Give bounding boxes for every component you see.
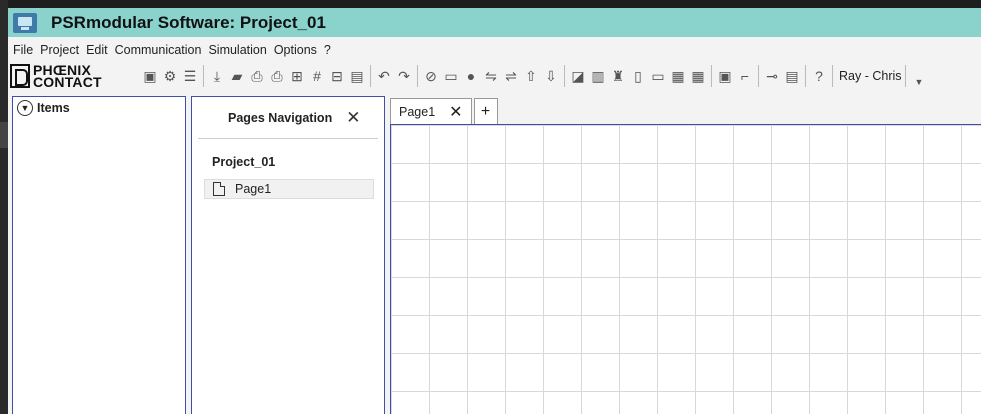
items-header[interactable]: ▼ Items [13, 97, 185, 119]
disconnect-icon[interactable]: ⇌ [503, 68, 519, 84]
location-icon[interactable]: ● [463, 68, 479, 84]
user-name[interactable]: Ray - Chris [839, 69, 902, 83]
phoenix-contact-logo: PHŒNIX CONTACT [10, 63, 130, 89]
menu-project[interactable]: Project [40, 43, 79, 57]
project-name[interactable]: Project_01 [192, 139, 384, 169]
key-icon[interactable]: ⊸ [764, 68, 780, 84]
print-icon[interactable]: ⎙ [249, 68, 265, 84]
hash-grid-icon[interactable]: # [309, 68, 325, 84]
menu-bar: File Project Edit Communication Simulati… [8, 41, 333, 59]
tab-page1[interactable]: Page1 ✕ [390, 98, 472, 124]
menu-simulation[interactable]: Simulation [208, 43, 266, 57]
save-download-icon[interactable]: ⇩ [543, 68, 559, 84]
title-bar: PSRmodular Software: Project_01 [8, 8, 981, 37]
page-list-item-label: Page1 [235, 182, 272, 196]
device-icon[interactable]: ▭ [443, 68, 459, 84]
toolbar-separator [904, 65, 906, 87]
sign-icon[interactable]: ▤ [784, 68, 800, 84]
table-icon[interactable]: ▦ [670, 68, 686, 84]
upload-icon[interactable]: ⇧ [523, 68, 539, 84]
document-icon[interactable]: ▤ [349, 68, 365, 84]
page-document-icon [213, 182, 225, 196]
toolbar-separator [203, 65, 204, 87]
menu-help[interactable]: ? [324, 43, 331, 57]
table-delete-icon[interactable]: ▦ [690, 68, 706, 84]
connect-icon[interactable]: ⇋ [483, 68, 499, 84]
toolbar-separator [832, 65, 833, 87]
toolbar-separator [564, 65, 565, 87]
menu-file[interactable]: File [13, 43, 33, 57]
app-window: PSRmodular Software: Project_01 File Pro… [8, 8, 981, 414]
toolbar-separator [417, 65, 418, 87]
chevron-down-icon[interactable]: ▼ [17, 100, 33, 116]
pages-navigation-panel: Pages Navigation ✕ Project_01 Page1 [191, 96, 385, 414]
user-dropdown-icon[interactable]: ▼ [915, 77, 924, 87]
toolbar: PHŒNIX CONTACT ▣ ⚙ ☰ ⤓ ▰ ⎙ ⎙ ⊞ # ⊟ ▤ ↶ ↷… [8, 60, 981, 92]
check-circle-icon[interactable]: ⊘ [423, 68, 439, 84]
module-icon[interactable]: ▣ [717, 68, 733, 84]
close-icon[interactable]: ✕ [346, 108, 360, 128]
list-icon[interactable]: ☰ [182, 68, 198, 84]
edge-marker [0, 122, 8, 148]
redo-icon[interactable]: ↷ [396, 68, 412, 84]
print-preview-icon[interactable]: ⎙ [269, 68, 285, 84]
items-panel: ▼ Items [12, 96, 186, 414]
report-icon[interactable]: ▥ [590, 68, 606, 84]
toolbar-separator [758, 65, 759, 87]
toolbar-separator [370, 65, 371, 87]
app-monitor-icon [13, 12, 37, 33]
add-tab-button[interactable]: + [473, 98, 498, 124]
pages-navigation-header: Pages Navigation ✕ [198, 97, 378, 139]
help-icon[interactable]: ? [811, 68, 827, 84]
logo-mark-icon [10, 64, 30, 88]
toolbar-separator [711, 65, 712, 87]
items-title: Items [37, 101, 70, 115]
close-tab-icon[interactable]: ✕ [449, 102, 462, 122]
grid-icon[interactable]: ⊞ [289, 68, 305, 84]
logo-line2: CONTACT [33, 74, 102, 90]
left-edge-strip [0, 0, 8, 414]
network-icon[interactable]: ♜ [610, 68, 626, 84]
form-icon[interactable]: ⊟ [329, 68, 345, 84]
page-canvas-grid[interactable] [390, 124, 981, 414]
chart-icon[interactable]: ◪ [570, 68, 586, 84]
menu-options[interactable]: Options [274, 43, 317, 57]
card-icon[interactable]: ▭ [650, 68, 666, 84]
page-list-item[interactable]: Page1 [204, 179, 374, 199]
project-settings-icon[interactable]: ⚙ [162, 68, 178, 84]
menu-communication[interactable]: Communication [115, 43, 202, 57]
new-project-icon[interactable]: ▣ [142, 68, 158, 84]
tab-page1-label: Page1 [399, 104, 436, 119]
download-icon[interactable]: ⤓ [209, 68, 225, 84]
pages-navigation-title: Pages Navigation [228, 110, 333, 125]
page-tabs: Page1 ✕ + [390, 96, 500, 124]
open-folder-icon[interactable]: ▰ [229, 68, 245, 84]
undo-icon[interactable]: ↶ [376, 68, 392, 84]
link-module-icon[interactable]: ⌐ [737, 68, 753, 84]
window-title: PSRmodular Software: Project_01 [51, 12, 326, 32]
info-doc-icon[interactable]: ▯ [630, 68, 646, 84]
toolbar-separator [805, 65, 806, 87]
menu-edit[interactable]: Edit [86, 43, 108, 57]
